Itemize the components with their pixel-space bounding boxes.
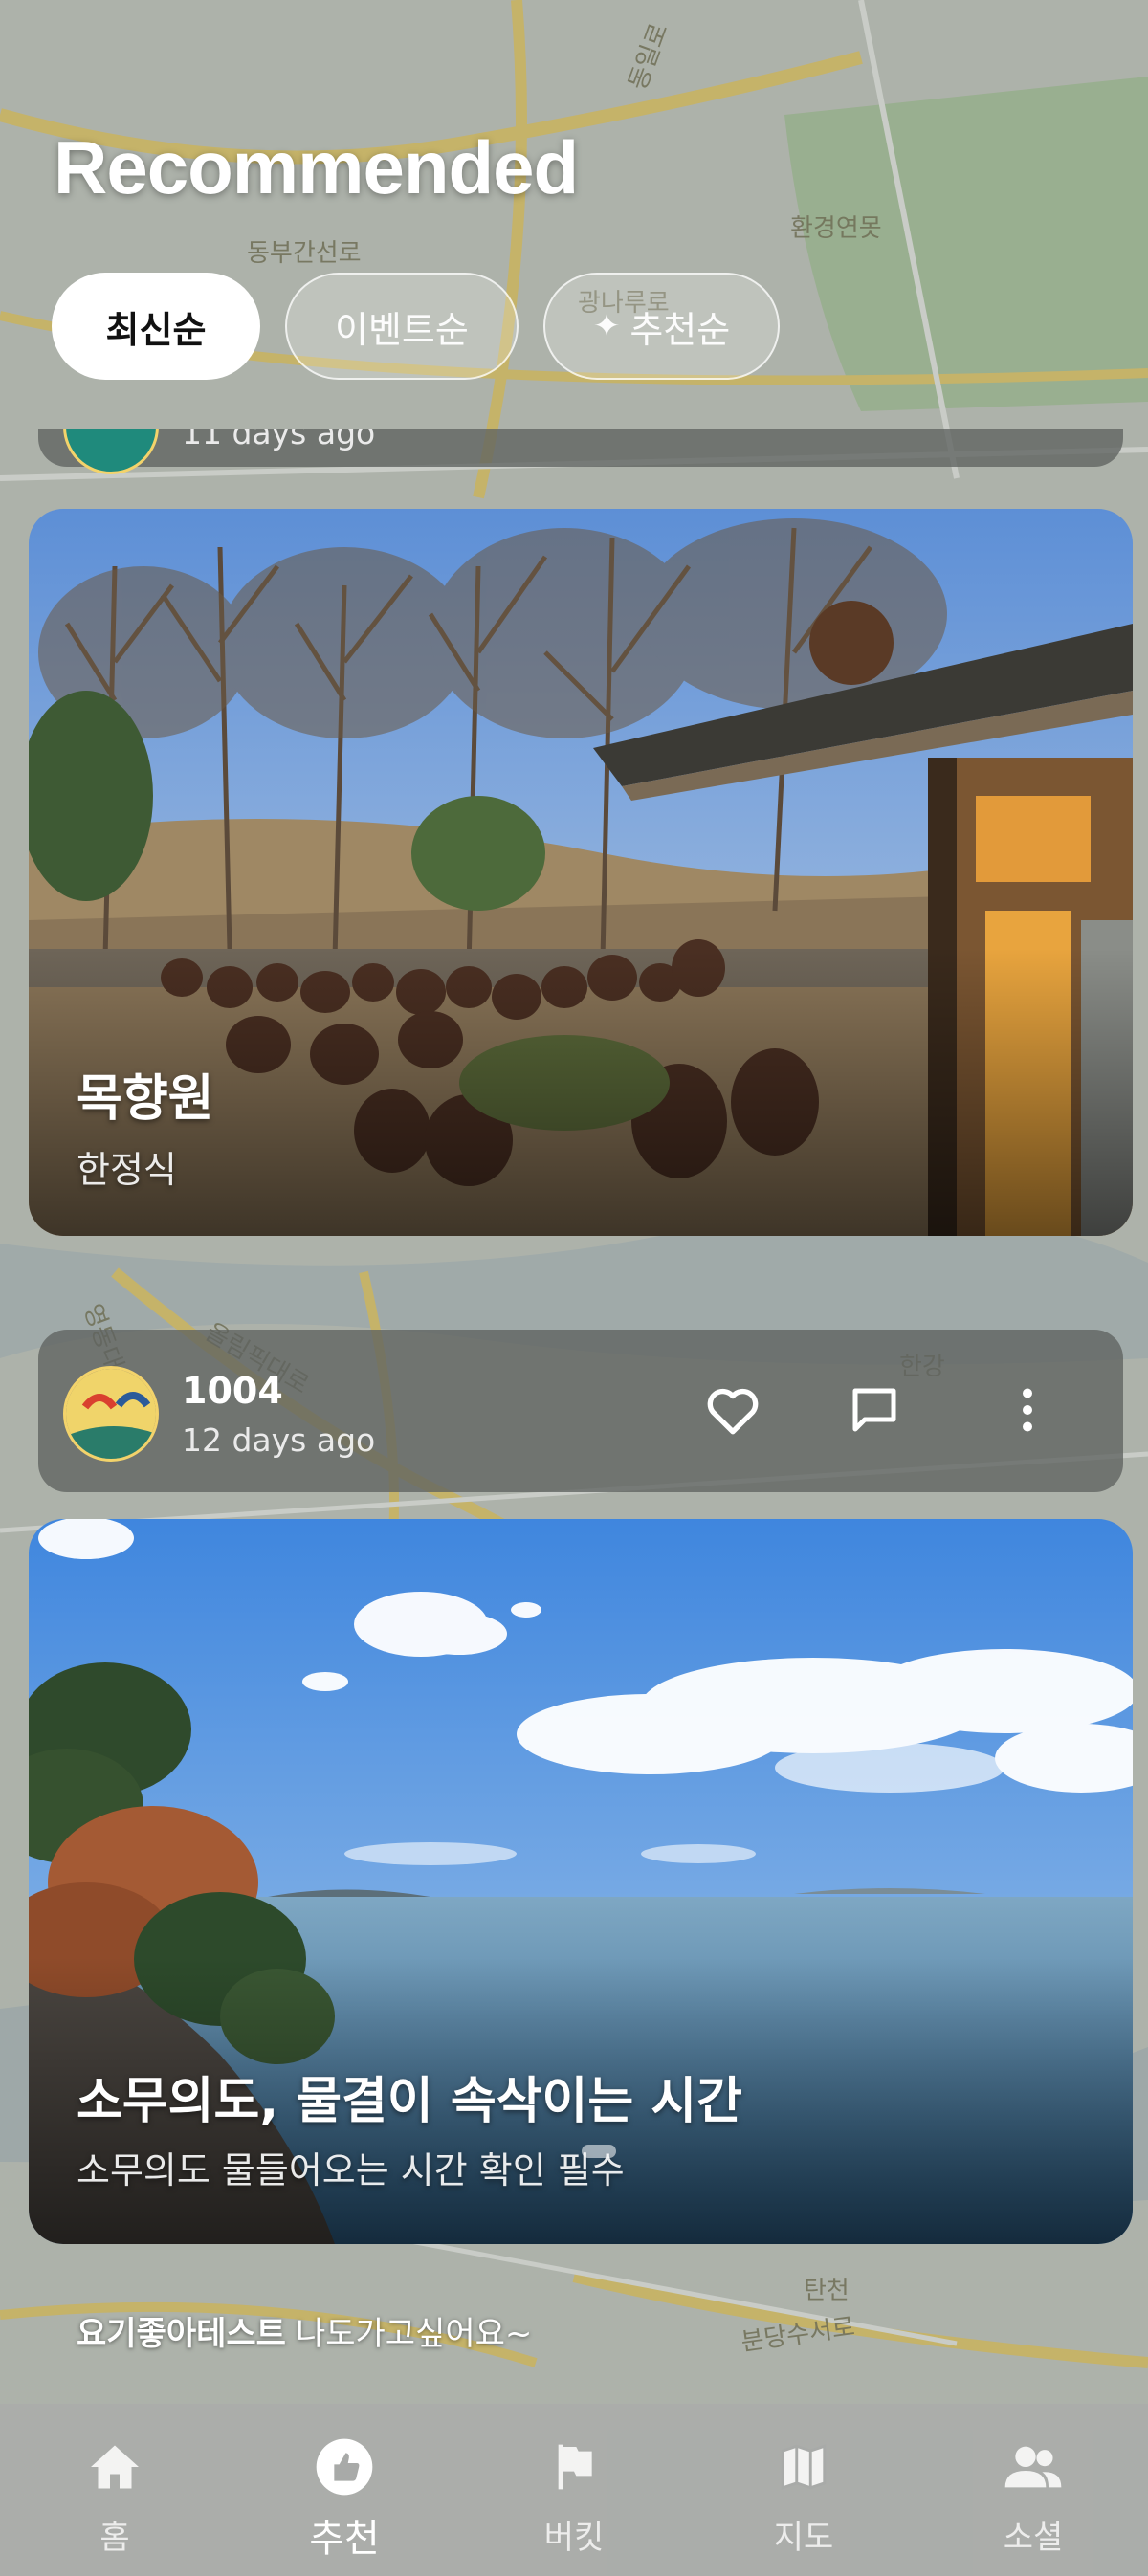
bottom-nav: 홈 추천 버킷 지도 소셜 xyxy=(0,2404,1148,2576)
avatar[interactable] xyxy=(63,1366,159,1462)
comment-icon[interactable] xyxy=(838,1374,911,1446)
place-card[interactable]: 목향원 한정식 xyxy=(29,509,1133,1236)
avatar[interactable] xyxy=(63,429,159,474)
chip-label: 이벤트순 xyxy=(335,308,469,351)
card-title: 목향원 xyxy=(77,1070,214,1128)
chip-label: 최신순 xyxy=(105,308,207,351)
comment-text: 나도가고싶어요~ xyxy=(295,2315,533,2353)
card-title: 소무의도, 물결이 속삭이는 시간 xyxy=(77,2073,742,2130)
nav-home[interactable]: 홈 xyxy=(0,2404,230,2576)
place-card[interactable]: 소무의도, 물결이 속삭이는 시간 소무의도 물들어오는 시간 확인 필수 xyxy=(29,1519,1133,2244)
nav-label: 소셜 xyxy=(1003,2519,1064,2557)
comment-preview[interactable]: 요기좋아테스트 나도가고싶어요~ xyxy=(77,2307,532,2354)
home-icon xyxy=(84,2436,145,2498)
image-pager-indicator xyxy=(582,2145,616,2158)
nav-label: 추천 xyxy=(309,2517,380,2561)
page-title: Recommended xyxy=(54,125,579,209)
card-subtitle: 소무의도 물들어오는 시간 확인 필수 xyxy=(77,2149,625,2191)
nav-bucket[interactable]: 버킷 xyxy=(459,2404,689,2576)
card-subtitle: 한정식 xyxy=(77,1149,177,1191)
feed-list[interactable]: 11 days ago 목향원 한정식 1004 12 days ago 소무의… xyxy=(0,429,1148,2404)
filter-latest-chip[interactable]: 최신순 xyxy=(52,273,260,380)
nav-label: 홈 xyxy=(99,2519,130,2557)
nav-label: 버킷 xyxy=(543,2519,605,2557)
map-icon xyxy=(773,2436,834,2498)
people-icon xyxy=(1003,2436,1064,2498)
chip-label: 추천순 xyxy=(629,308,731,351)
nav-social[interactable]: 소셜 xyxy=(918,2404,1148,2576)
sparkle-icon: ✦ xyxy=(592,307,621,345)
author-name: 1004 xyxy=(182,1370,283,1412)
nav-label: 지도 xyxy=(773,2519,834,2557)
post-time: 11 days ago xyxy=(182,429,376,451)
filter-recommend-chip[interactable]: ✦ 추천순 xyxy=(542,273,781,380)
nav-recommend[interactable]: 추천 xyxy=(230,2404,459,2576)
comment-user: 요기좋아테스트 xyxy=(77,2315,286,2353)
post-author-bar: 11 days ago xyxy=(38,429,1123,474)
thumbs-up-icon xyxy=(314,2436,375,2498)
heart-icon[interactable] xyxy=(696,1374,769,1446)
filter-event-chip[interactable]: 이벤트순 xyxy=(285,273,519,380)
flag-icon xyxy=(543,2436,605,2498)
post-author-bar: 1004 12 days ago xyxy=(38,1330,1123,1492)
post-time: 12 days ago xyxy=(182,1421,376,1459)
filter-chips: 최신순 이벤트순 ✦ 추천순 xyxy=(52,273,781,380)
more-vertical-icon[interactable] xyxy=(991,1374,1064,1446)
nav-map[interactable]: 지도 xyxy=(689,2404,918,2576)
